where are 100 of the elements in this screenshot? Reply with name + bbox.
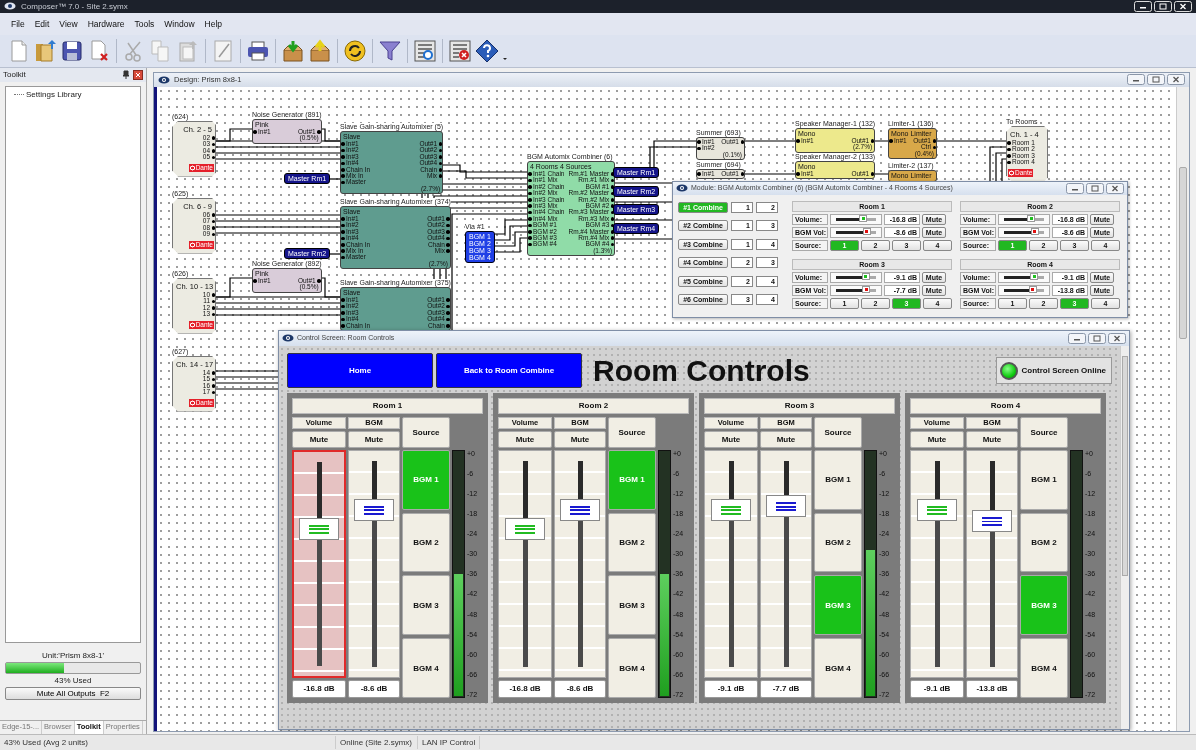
source-button[interactable]: BGM 1: [1020, 449, 1068, 510]
menu-item[interactable]: Edit: [29, 18, 55, 29]
room-title: Room 2: [498, 397, 689, 414]
panel-title: Toolkit: [3, 70, 26, 80]
mute-button[interactable]: Mute: [966, 430, 1018, 448]
minimize-icon[interactable]: [1066, 182, 1084, 194]
slider[interactable]: [998, 226, 1050, 238]
mute-button[interactable]: Mute: [760, 430, 812, 448]
value-readout: -13.8 dB: [966, 679, 1018, 698]
source-label[interactable]: Source: [814, 416, 862, 448]
slider[interactable]: [998, 213, 1050, 225]
connection-wire: [744, 173, 796, 175]
list-search-icon[interactable]: [413, 38, 437, 63]
volume-fader[interactable]: [704, 449, 758, 678]
value-readout: -9.1 dB: [704, 679, 758, 698]
slider[interactable]: [830, 213, 882, 225]
refresh-icon[interactable]: [343, 38, 367, 63]
mute-button[interactable]: Mute: [292, 430, 346, 448]
dsp-block[interactable]: [527, 160, 616, 257]
pin-icon[interactable]: [122, 70, 130, 80]
source-button[interactable]: BGM 4: [402, 638, 450, 698]
menu-item[interactable]: Hardware: [82, 18, 130, 29]
slider[interactable]: [998, 271, 1050, 283]
fader-thumb[interactable]: [711, 499, 751, 522]
mute-button[interactable]: Mute: [554, 430, 606, 448]
source-button[interactable]: BGM 2: [402, 512, 450, 573]
menu-item[interactable]: File: [6, 18, 30, 29]
mute-all-button[interactable]: Mute All Outputs F2: [5, 687, 141, 700]
fader-thumb[interactable]: [354, 499, 394, 522]
source-button[interactable]: BGM 3: [608, 575, 656, 636]
nav-button[interactable]: Back to Room Combine: [436, 353, 582, 389]
source-label[interactable]: Source: [402, 416, 450, 448]
save-icon[interactable]: [60, 38, 84, 63]
eye-logo-icon: [282, 333, 294, 344]
source-button[interactable]: BGM 4: [608, 638, 656, 698]
screen-heading: Room Controls: [593, 352, 810, 389]
close-icon[interactable]: [133, 69, 143, 80]
source-button[interactable]: BGM 1: [814, 449, 862, 510]
fader-thumb[interactable]: [766, 495, 806, 518]
source-label[interactable]: Source: [608, 416, 656, 448]
volume-fader[interactable]: [498, 449, 552, 678]
minimize-icon[interactable]: [1068, 332, 1086, 344]
fader-thumb[interactable]: [972, 509, 1012, 532]
connection-wire: [936, 140, 1007, 142]
window-title: Composer™ 7.0 - Site 2.symx: [21, 2, 128, 11]
eye-logo-icon: [158, 74, 170, 85]
room-title: Room 3: [704, 397, 895, 414]
fader-thumb[interactable]: [299, 518, 339, 541]
volume-fader[interactable]: [292, 449, 346, 678]
slider[interactable]: [830, 284, 882, 296]
slider[interactable]: [830, 271, 882, 283]
vertical-scrollbar[interactable]: [1176, 86, 1189, 731]
room-title: Room 1: [292, 397, 483, 414]
vertical-scrollbar[interactable]: [1120, 345, 1129, 729]
minimize-icon[interactable]: [1127, 74, 1145, 86]
source-button[interactable]: BGM 2: [814, 512, 862, 573]
menu-item[interactable]: View: [54, 18, 83, 29]
menu-item[interactable]: Tools: [129, 18, 160, 29]
connection-wire: [744, 140, 796, 142]
fader-thumb[interactable]: [560, 499, 600, 522]
fader-thumb[interactable]: [505, 517, 545, 540]
slider[interactable]: [998, 284, 1050, 296]
download-box-icon[interactable]: [281, 38, 305, 63]
mute-button[interactable]: Mute: [348, 430, 400, 448]
value-readout: -7.7 dB: [760, 679, 812, 698]
bgm-fader[interactable]: [348, 449, 400, 678]
source-label[interactable]: Source: [1020, 416, 1068, 448]
source-button[interactable]: BGM 3: [402, 575, 450, 636]
eye-logo-icon: [676, 183, 688, 194]
slider[interactable]: [830, 226, 882, 238]
menu-item[interactable]: Help: [199, 18, 228, 29]
bgm-fader[interactable]: [760, 449, 812, 678]
mute-button[interactable]: Mute: [910, 430, 964, 448]
mute-button[interactable]: Mute: [498, 430, 552, 448]
source-button[interactable]: BGM 4: [814, 638, 862, 698]
usage-text: 43% Used: [53, 676, 93, 685]
status-text: LAN IP Control: [418, 736, 481, 749]
value-readout: -9.1 dB: [910, 679, 964, 698]
source-button[interactable]: BGM 2: [1020, 512, 1068, 573]
connection-wire: [214, 388, 279, 390]
filter-icon[interactable]: [378, 38, 402, 63]
printer-icon[interactable]: [246, 38, 270, 63]
source-button[interactable]: BGM 2: [608, 512, 656, 573]
connection-wire: [214, 376, 279, 378]
tree-item[interactable]: Settings Library: [26, 89, 82, 99]
unit-label: Unit:'Prism 8x8-1': [40, 651, 106, 660]
upload-box-icon[interactable]: [308, 38, 332, 63]
value-readout: -16.8 dB: [498, 679, 552, 698]
help-icon[interactable]: [475, 38, 499, 63]
bgm-fader[interactable]: [966, 449, 1018, 678]
mute-button[interactable]: Mute: [704, 430, 758, 448]
menu-item[interactable]: Window: [159, 18, 200, 29]
volume-fader[interactable]: [910, 449, 964, 678]
fader-thumb[interactable]: [917, 499, 957, 522]
list-delete-icon[interactable]: [448, 38, 472, 63]
status-text: Control Screen Online: [1021, 366, 1106, 376]
bgm-fader[interactable]: [554, 449, 606, 678]
nav-button[interactable]: Home: [287, 353, 433, 389]
source-button[interactable]: BGM 4: [1020, 638, 1068, 698]
app-logo-icon: [4, 1, 16, 12]
